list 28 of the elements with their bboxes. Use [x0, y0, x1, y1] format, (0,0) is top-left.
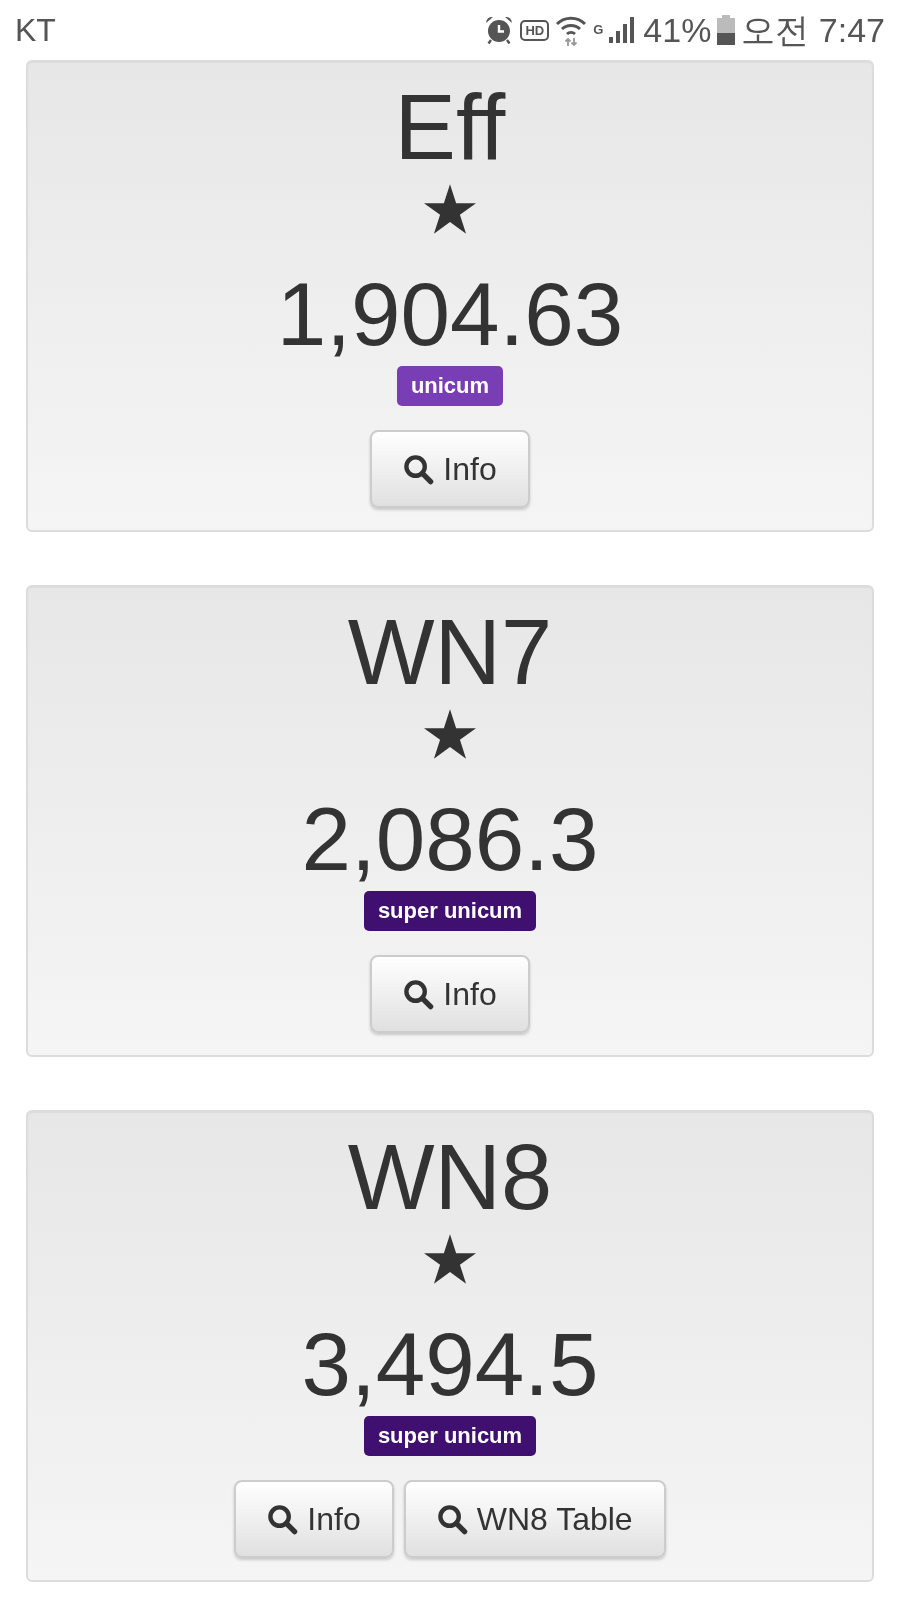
carrier-label: KT — [15, 14, 56, 46]
hd-label: HD — [520, 19, 550, 41]
battery-icon — [717, 15, 736, 45]
stat-value: 3,494.5 — [301, 1320, 599, 1409]
stat-value: 2,086.3 — [301, 795, 599, 884]
action-button[interactable]: Info — [234, 1480, 394, 1558]
rating-badge: unicum — [396, 366, 504, 406]
rating-badge: super unicum — [363, 1416, 537, 1456]
star-icon — [424, 1234, 476, 1284]
search-icon — [267, 1503, 299, 1535]
alarm-clock-icon — [484, 15, 515, 45]
network-type-label: G — [593, 23, 604, 36]
stat-title: Eff — [394, 81, 506, 173]
search-icon — [436, 1503, 468, 1535]
action-button[interactable]: WN8 Table — [403, 1480, 666, 1558]
stat-title: WN7 — [347, 606, 553, 698]
clock-time: 오전 7:47 — [741, 13, 885, 47]
wifi-icon — [555, 14, 588, 46]
search-icon — [403, 453, 435, 485]
star-icon — [424, 709, 476, 759]
stat-value: 1,904.63 — [276, 270, 624, 359]
star-icon — [424, 184, 476, 234]
search-icon — [403, 978, 435, 1010]
stat-title: WN8 — [347, 1131, 553, 1223]
action-button[interactable]: Info — [370, 955, 530, 1033]
action-button[interactable]: Info — [370, 430, 530, 508]
rating-badge: super unicum — [363, 891, 537, 931]
battery-percent: 41% — [643, 13, 712, 47]
